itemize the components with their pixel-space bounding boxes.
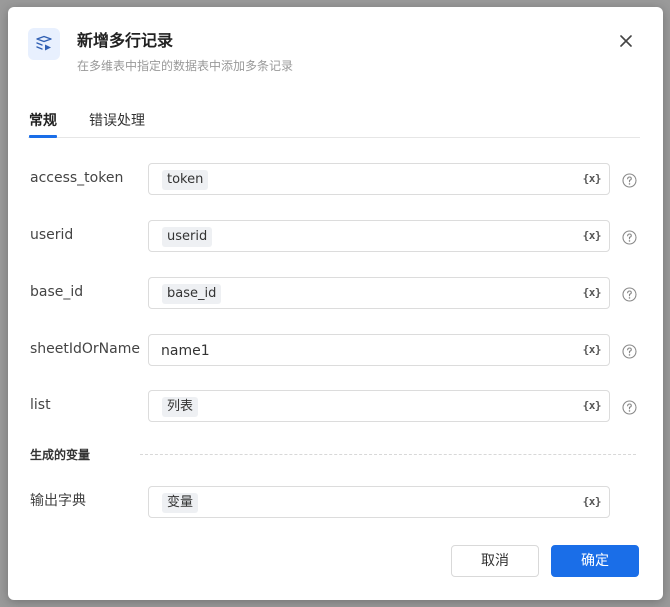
field-label-output-dict: 输出字典 bbox=[30, 493, 86, 509]
field-label-base-id: base_id bbox=[30, 284, 84, 300]
field-label-list: list bbox=[30, 397, 51, 413]
output-dict-input[interactable]: 变量 {x} bbox=[148, 486, 610, 518]
variable-insert-button[interactable]: {x} bbox=[583, 343, 602, 357]
variable-chip: 列表 bbox=[162, 397, 199, 417]
help-icon[interactable] bbox=[622, 173, 637, 188]
variable-chip: 变量 bbox=[162, 493, 199, 513]
variable-insert-button[interactable]: {x} bbox=[583, 172, 602, 186]
field-label-access-token: access_token bbox=[30, 170, 124, 186]
field-label-sheet-id-or-name: sheetIdOrName bbox=[30, 341, 140, 357]
close-button[interactable] bbox=[617, 32, 635, 50]
access-token-input[interactable]: token {x} bbox=[148, 163, 610, 195]
variable-chip: token bbox=[162, 170, 209, 190]
output-section-title: 生成的变量 bbox=[30, 448, 91, 462]
help-icon[interactable] bbox=[622, 287, 637, 302]
list-input[interactable]: 列表 {x} bbox=[148, 390, 610, 422]
variable-insert-button[interactable]: {x} bbox=[583, 286, 602, 300]
confirm-button[interactable]: 确定 bbox=[551, 545, 639, 577]
userid-input[interactable]: userid {x} bbox=[148, 220, 610, 252]
base-id-input[interactable]: base_id {x} bbox=[148, 277, 610, 309]
help-icon[interactable] bbox=[622, 400, 637, 415]
variable-chip: base_id bbox=[162, 284, 222, 304]
tab-error-handling[interactable]: 错误处理 bbox=[89, 111, 145, 131]
table-add-icon bbox=[28, 28, 60, 60]
background-link-fragment bbox=[662, 82, 670, 102]
help-icon[interactable] bbox=[622, 344, 637, 359]
variable-insert-button[interactable]: {x} bbox=[583, 399, 602, 413]
help-icon[interactable] bbox=[622, 230, 637, 245]
sheet-id-or-name-input[interactable]: name1 {x} bbox=[148, 334, 610, 366]
variable-insert-button[interactable]: {x} bbox=[583, 229, 602, 243]
close-icon bbox=[620, 35, 632, 47]
active-tab-indicator bbox=[29, 135, 57, 138]
tab-bar: 常规 错误处理 bbox=[28, 105, 640, 138]
variable-insert-button[interactable]: {x} bbox=[583, 495, 602, 509]
variable-chip: userid bbox=[162, 227, 213, 247]
field-label-userid: userid bbox=[30, 227, 74, 243]
tab-general[interactable]: 常规 bbox=[29, 111, 57, 131]
dialog-subtitle: 在多维表中指定的数据表中添加多条记录 bbox=[77, 59, 294, 73]
dialog-title: 新增多行记录 bbox=[77, 31, 174, 50]
input-value: name1 bbox=[161, 343, 210, 359]
cancel-button[interactable]: 取消 bbox=[451, 545, 539, 577]
add-records-dialog: 新增多行记录 在多维表中指定的数据表中添加多条记录 常规 错误处理 access… bbox=[8, 7, 663, 600]
section-divider bbox=[140, 454, 636, 455]
